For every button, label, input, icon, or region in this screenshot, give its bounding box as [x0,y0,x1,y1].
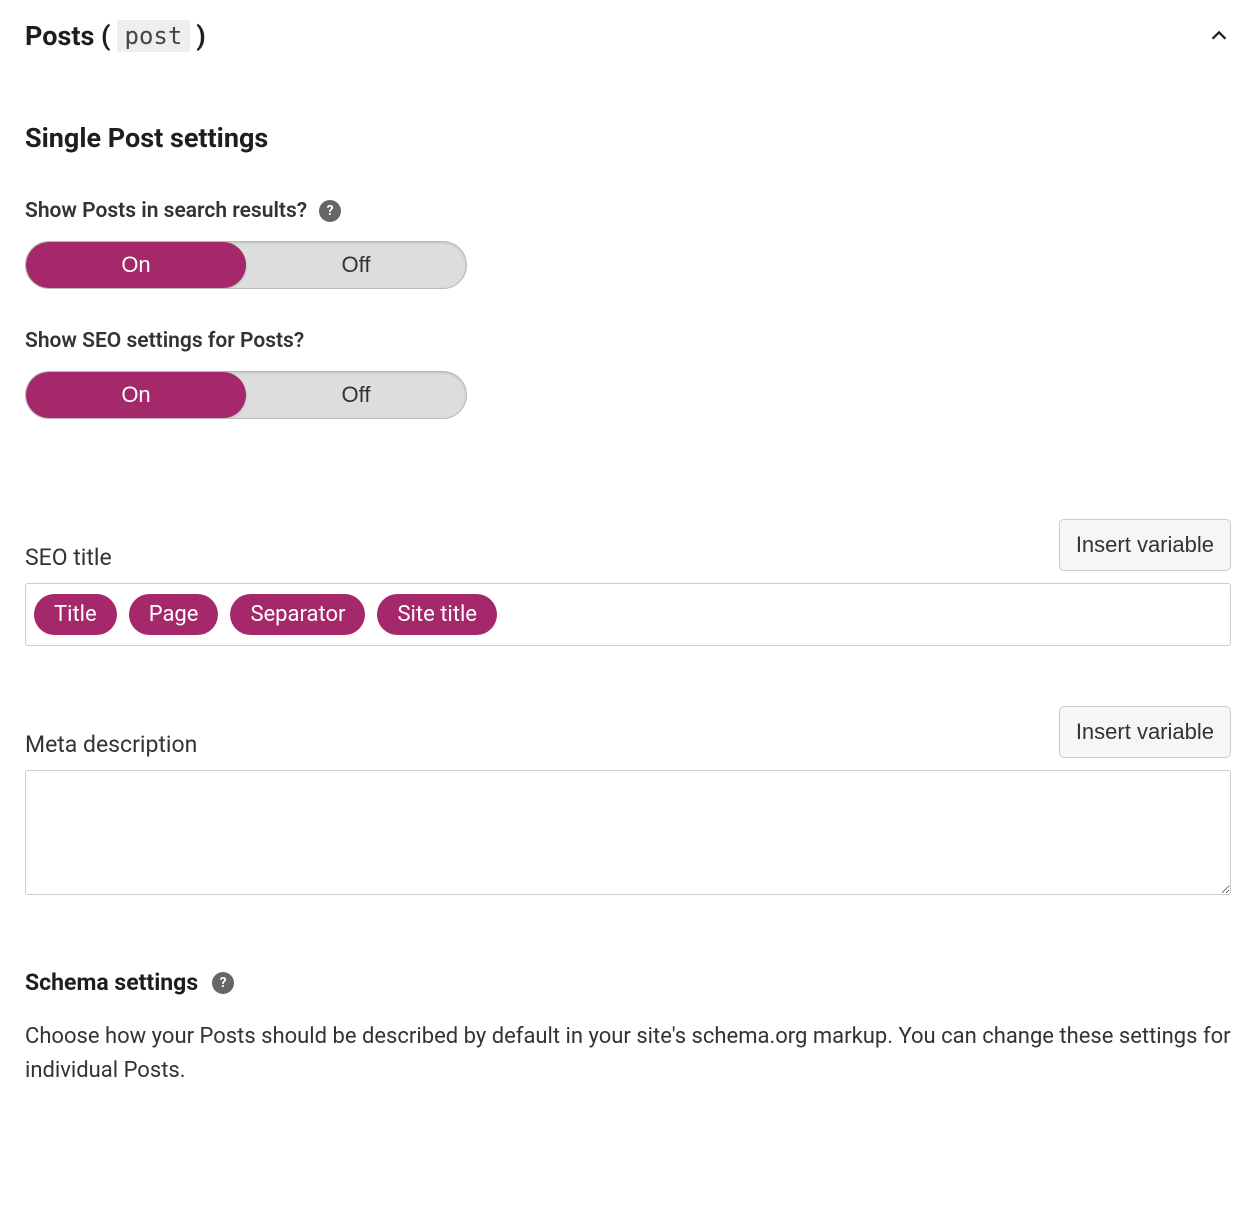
variable-chip[interactable]: Page [129,594,219,635]
variable-chip[interactable]: Site title [377,594,497,635]
collapse-toggle[interactable] [1207,24,1231,48]
schema-section: Schema settings ? Choose how your Posts … [25,969,1231,1088]
insert-variable-button[interactable]: Insert variable [1059,519,1231,571]
show-seo-label: Show SEO settings for Posts? [25,329,1231,353]
schema-heading: Schema settings ? [25,969,1231,996]
seo-title-section: SEO title Insert variable Title Page Separ… [25,519,1231,646]
meta-description-label: Meta description [25,731,197,758]
show-seo-toggle: On Off [25,371,467,419]
insert-variable-button[interactable]: Insert variable [1059,706,1231,758]
seo-title-label: SEO title [25,544,112,571]
variable-chip[interactable]: Separator [230,594,365,635]
show-in-search-off[interactable]: Off [246,242,466,288]
panel-title: Posts ( post ) [25,20,206,52]
title-prefix: Posts ( [25,20,111,52]
show-seo-on[interactable]: On [26,372,246,418]
variable-chip[interactable]: Title [34,594,117,635]
title-code: post [117,20,191,52]
help-icon[interactable]: ? [319,200,341,222]
help-icon[interactable]: ? [212,972,234,994]
chevron-up-icon [1208,25,1230,47]
meta-description-input[interactable] [25,770,1231,895]
show-seo-off[interactable]: Off [246,372,466,418]
show-in-search-toggle: On Off [25,241,467,289]
seo-title-input[interactable]: Title Page Separator Site title [25,583,1231,646]
panel-header: Posts ( post ) [25,20,1231,52]
show-in-search-on[interactable]: On [26,242,246,288]
meta-description-section: Meta description Insert variable [25,706,1231,899]
schema-description: Choose how your Posts should be describe… [25,1020,1231,1088]
show-in-search-label: Show Posts in search results? ? [25,199,1231,223]
section-heading: Single Post settings [25,122,1231,154]
title-suffix: ) [196,20,205,52]
